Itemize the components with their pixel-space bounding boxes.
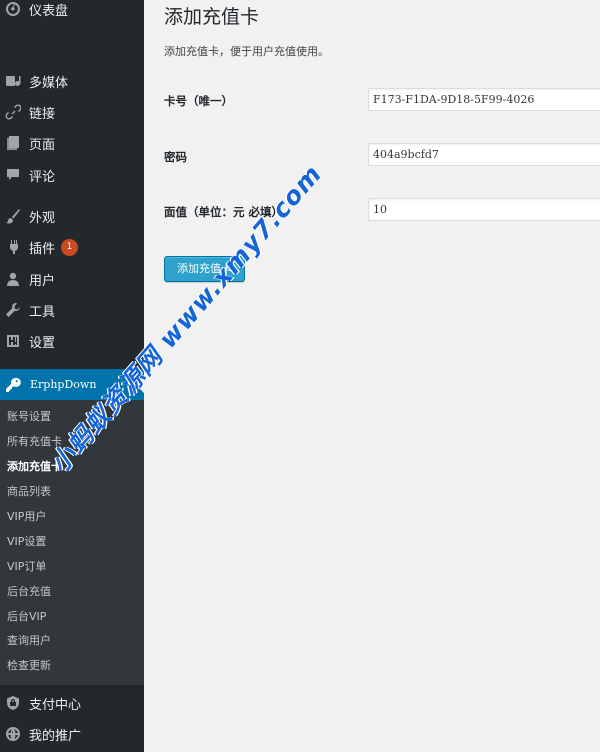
menu-media[interactable]: 多媒体 xyxy=(0,66,144,96)
face-value-input[interactable]: 10 xyxy=(368,198,600,221)
submenu-vip-orders[interactable]: VIP订单 xyxy=(7,557,46,577)
password-input[interactable]: 404a9bcfd7 xyxy=(368,143,600,166)
menu-comments-label: 评论 xyxy=(29,169,56,185)
password-label: 密码 xyxy=(164,150,187,164)
submenu-product-list[interactable]: 商品列表 xyxy=(7,482,51,502)
menu-comments[interactable]: 评论 xyxy=(0,160,144,190)
submenu-vip-users[interactable]: VIP用户 xyxy=(7,507,46,527)
menu-links[interactable]: 链接 xyxy=(0,97,144,127)
submenu-check-update[interactable]: 检查更新 xyxy=(7,656,51,676)
menu-appearance-label: 外观 xyxy=(29,210,56,226)
dashboard-icon xyxy=(4,0,22,18)
comment-icon xyxy=(4,166,22,184)
card-number-input[interactable]: F173-F1DA-9D18-5F99-4026 xyxy=(368,88,600,111)
menu-settings-label: 设置 xyxy=(29,335,56,351)
menu-media-label: 多媒体 xyxy=(29,75,69,91)
menu-plugins-label: 插件 xyxy=(29,241,56,257)
plugin-icon xyxy=(4,238,22,256)
menu-dashboard[interactable]: 仪表盘 xyxy=(0,0,144,24)
submenu-vip-settings[interactable]: VIP设置 xyxy=(7,532,46,552)
face-value-label: 面值（单位：元 必填） xyxy=(164,205,284,219)
submenu-query-user[interactable]: 查询用户 xyxy=(7,631,51,651)
settings-icon xyxy=(4,332,22,350)
menu-links-label: 链接 xyxy=(29,106,56,122)
add-card-button[interactable]: 添加充值卡 xyxy=(164,256,245,282)
current-menu-arrow xyxy=(136,377,144,393)
menu-tools[interactable]: 工具 xyxy=(0,295,144,325)
page-description: 添加充值卡，便于用户充值使用。 xyxy=(164,45,329,58)
submenu-all-cards[interactable]: 所有充值卡 xyxy=(7,432,62,452)
menu-settings[interactable]: 设置 xyxy=(0,326,144,356)
submenu-admin-recharge[interactable]: 后台充值 xyxy=(7,582,51,602)
page-icon xyxy=(4,134,22,152)
plugin-update-badge: 1 xyxy=(61,238,79,256)
menu-pages[interactable]: 页面 xyxy=(0,128,144,158)
menu-tools-label: 工具 xyxy=(29,304,56,320)
menu-my-promotion-label: 我的推广 xyxy=(29,728,82,744)
wrench-icon xyxy=(4,301,22,319)
user-icon xyxy=(4,270,22,288)
key-icon xyxy=(4,376,22,394)
admin-sidebar: 仪表盘 多媒体 链接 页面 评论 外观 插件 1 用户 工具 设置 ErphpD… xyxy=(0,0,144,752)
menu-plugins[interactable]: 插件 1 xyxy=(0,232,144,262)
menu-dashboard-label: 仪表盘 xyxy=(29,3,69,19)
menu-erphpdown-label: ErphpDown xyxy=(30,378,97,391)
globe-icon xyxy=(4,725,22,743)
menu-users[interactable]: 用户 xyxy=(0,264,144,294)
menu-erphpdown[interactable]: ErphpDown xyxy=(0,369,144,400)
menu-my-promotion[interactable]: 我的推广 xyxy=(0,719,144,749)
menu-payment-center[interactable]: 支付中心 xyxy=(0,688,144,718)
page-title: 添加充值卡 xyxy=(164,6,260,28)
link-icon xyxy=(4,103,22,121)
submenu-account-settings[interactable]: 账号设置 xyxy=(7,407,51,427)
erphpdown-submenu: 账号设置 所有充值卡 添加充值卡 商品列表 VIP用户 VIP设置 VIP订单 … xyxy=(0,400,144,685)
submenu-add-card[interactable]: 添加充值卡 xyxy=(7,457,62,477)
main-content: 添加充值卡 添加充值卡，便于用户充值使用。 卡号（唯一） F173-F1DA-9… xyxy=(144,0,600,752)
menu-appearance[interactable]: 外观 xyxy=(0,201,144,231)
menu-users-label: 用户 xyxy=(29,273,56,289)
shield-icon xyxy=(4,694,22,712)
submenu-admin-vip[interactable]: 后台VIP xyxy=(7,607,46,627)
card-number-label: 卡号（唯一） xyxy=(164,94,233,108)
menu-pages-label: 页面 xyxy=(29,137,56,153)
brush-icon xyxy=(4,207,22,225)
media-icon xyxy=(4,72,22,90)
menu-payment-center-label: 支付中心 xyxy=(29,697,82,713)
